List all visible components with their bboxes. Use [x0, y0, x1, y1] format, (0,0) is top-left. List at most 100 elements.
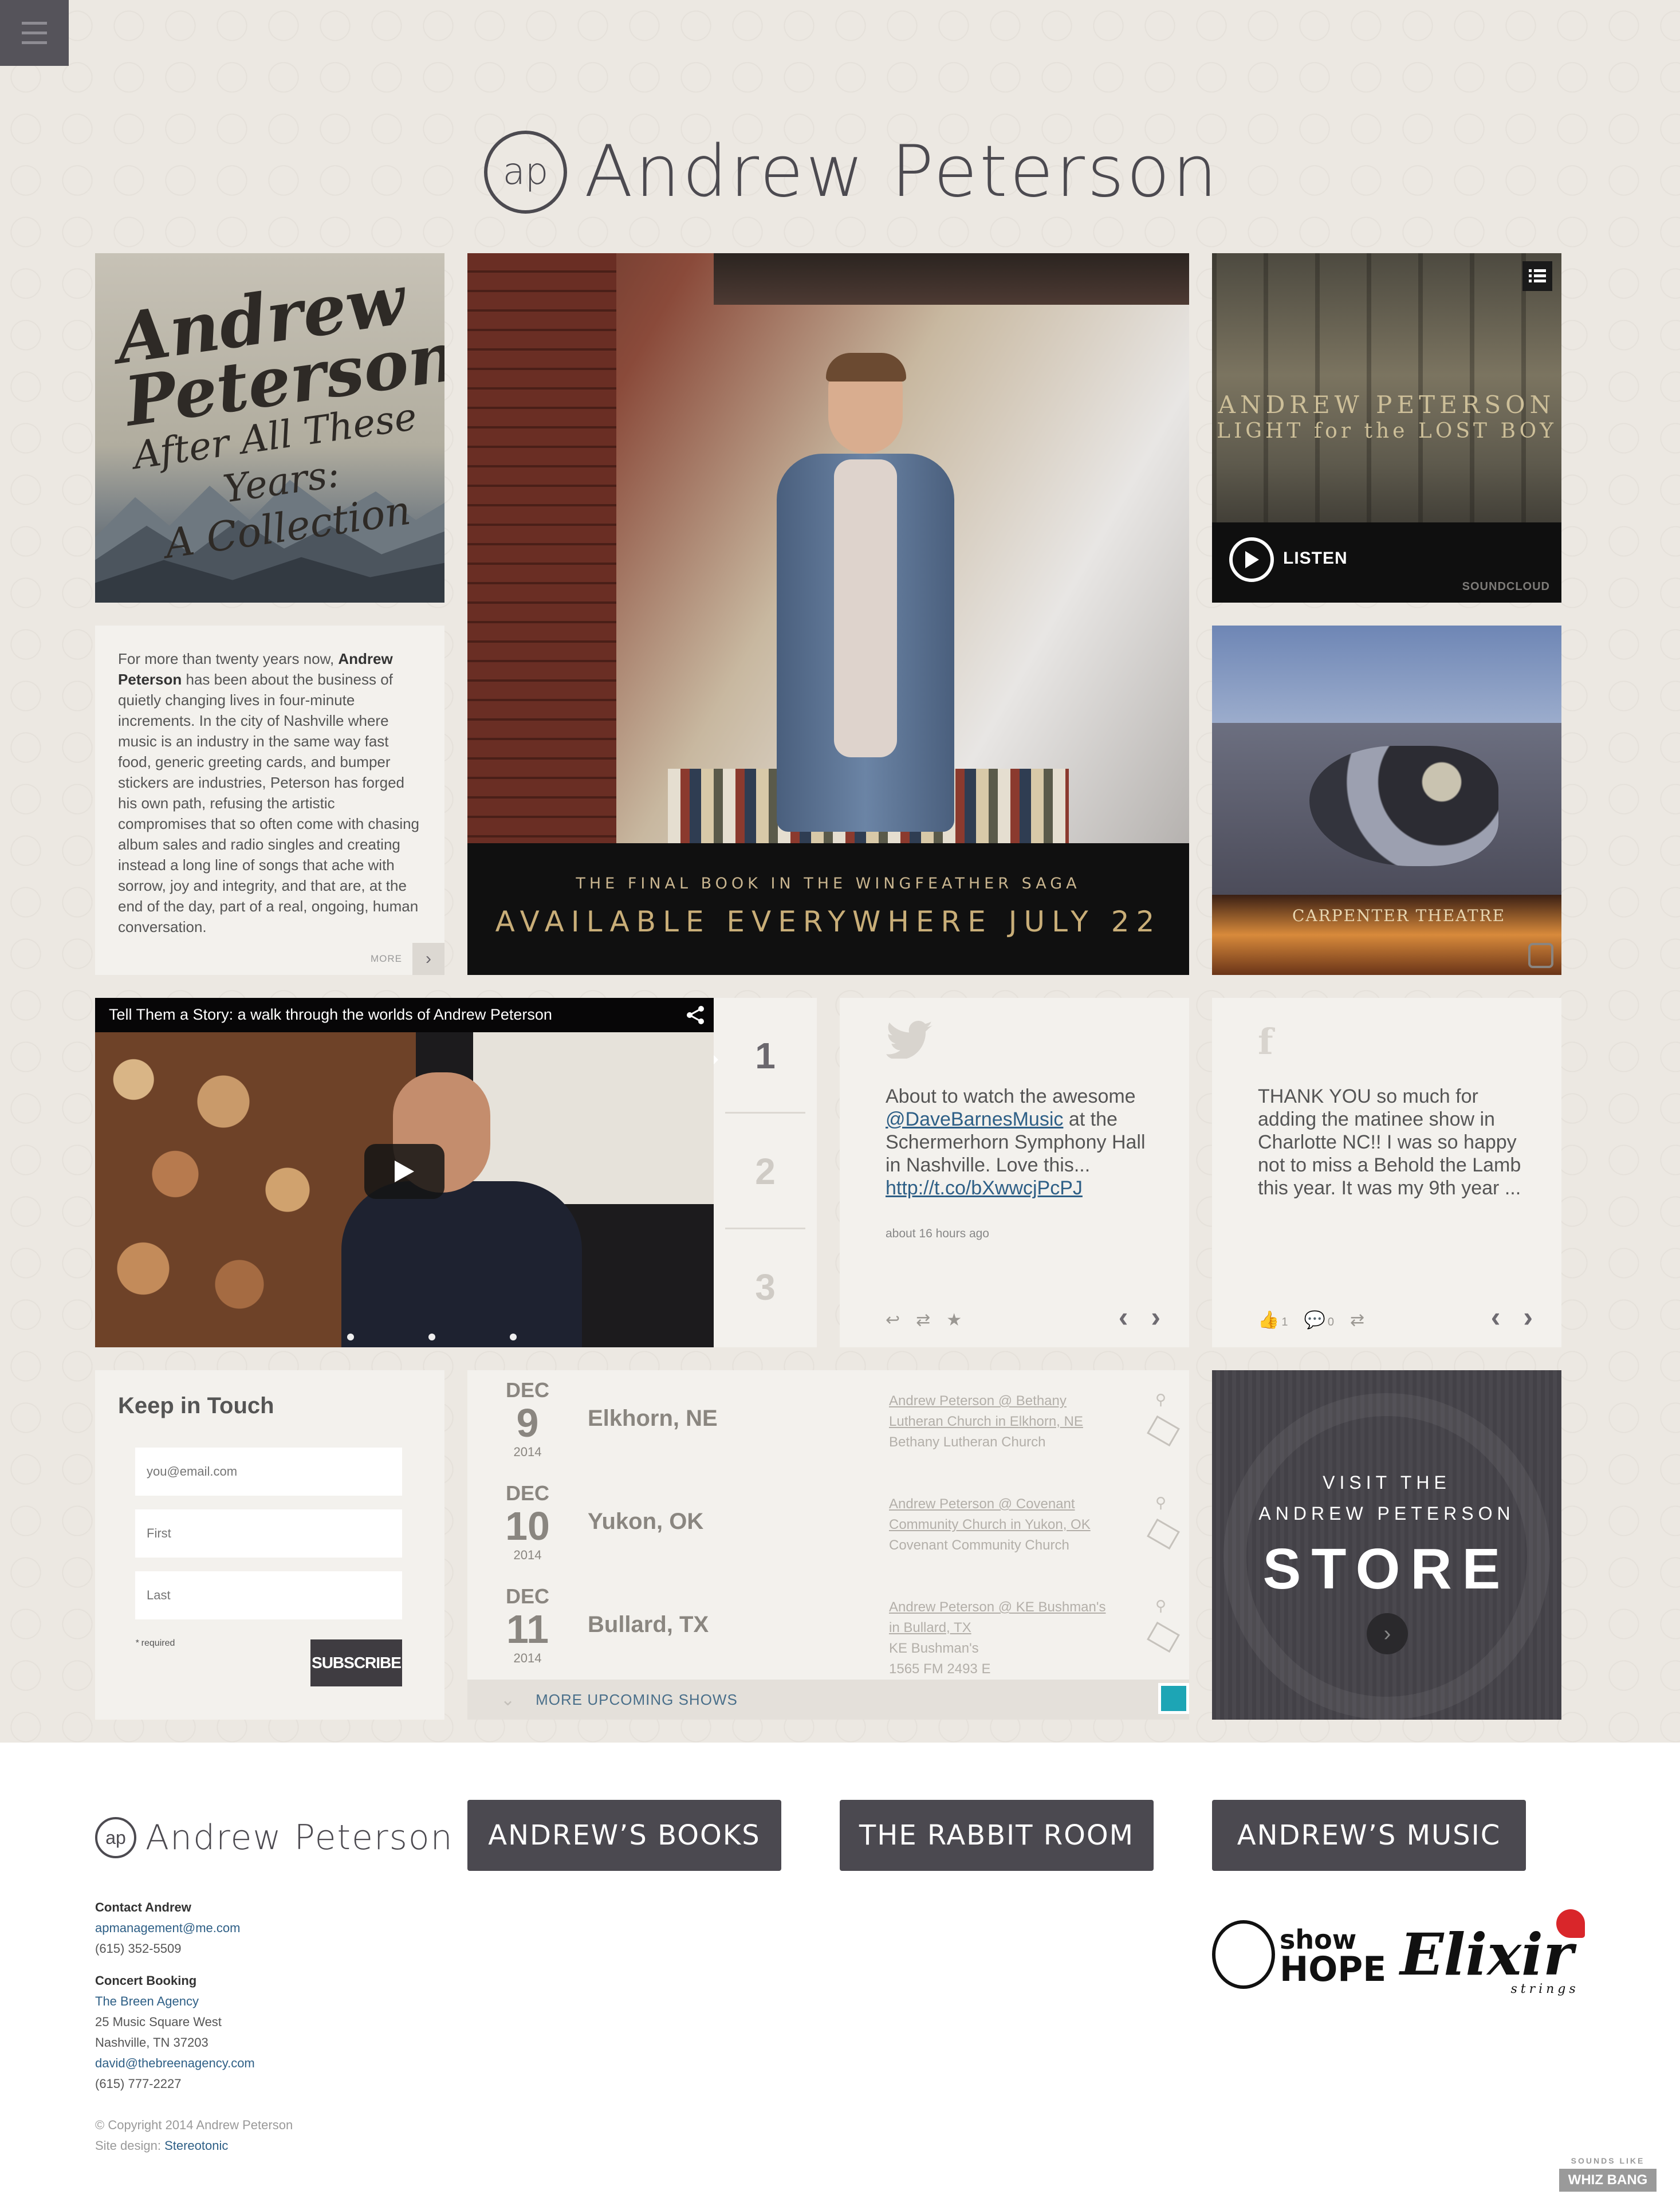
reply-icon[interactable]: ↩: [886, 1310, 900, 1330]
more-shows-bar[interactable]: ⌄ MORE UPCOMING SHOWS: [467, 1680, 1189, 1720]
pager-item-3[interactable]: 3: [725, 1229, 805, 1345]
whizbang-credit[interactable]: SOUNDS LIKE WHIZ BANG: [1559, 2156, 1657, 2192]
last-name-field[interactable]: [135, 1571, 402, 1619]
map-pin-icon[interactable]: ⚲: [1155, 1597, 1166, 1615]
booking-address-2: Nashville, TN 37203: [95, 2035, 208, 2050]
ticket-icon[interactable]: [1147, 1518, 1180, 1550]
tweet-mention-link[interactable]: @DaveBarnesMusic: [886, 1108, 1063, 1130]
store-line-3: STORE: [1262, 1537, 1511, 1601]
whizbang-logo: WHIZ BANG: [1559, 2169, 1657, 2192]
video-title[interactable]: Tell Them a Story: a walk through the wo…: [109, 1006, 700, 1024]
like-icon[interactable]: 👍 1: [1258, 1310, 1288, 1330]
twitter-icon[interactable]: [886, 1021, 934, 1059]
video-player[interactable]: Tell Them a Story: a walk through the wo…: [95, 998, 714, 1347]
menu-button[interactable]: [0, 0, 69, 66]
share-icon[interactable]: [685, 1005, 706, 1025]
booking-email-link[interactable]: david@thebreenagency.com: [95, 2056, 255, 2070]
tweet-url-link[interactable]: http://t.co/bXwwcjPcPJ: [886, 1177, 1083, 1199]
elixir-strings-logo[interactable]: Elixir strings: [1400, 1909, 1585, 1996]
instagram-icon[interactable]: [1528, 943, 1553, 968]
site-name: Andrew Peterson: [584, 131, 1220, 213]
site-logo[interactable]: ap Andrew Peterson: [484, 126, 1219, 218]
hero-photo-person: [777, 353, 954, 849]
required-note: * required: [135, 1638, 175, 1649]
facebook-icon[interactable]: f: [1258, 1021, 1273, 1063]
more-shows-label[interactable]: MORE UPCOMING SHOWS: [536, 1691, 738, 1709]
show-venue: Bethany Lutheran Church: [889, 1434, 1046, 1450]
subscribe-button[interactable]: SUBSCRIBE: [310, 1639, 402, 1686]
email-field[interactable]: [135, 1448, 402, 1496]
listen-button[interactable]: LISTEN: [1283, 549, 1348, 568]
andrews-books-button[interactable]: ANDREW’S BOOKS: [467, 1800, 781, 1871]
bio-more-link[interactable]: MORE ›: [371, 943, 444, 975]
facebook-nav: ‹ ›: [1491, 1300, 1533, 1334]
hero-banner[interactable]: THE FINAL BOOK IN THE WINGFEATHER SAGA A…: [467, 253, 1189, 975]
video-dots: [347, 1334, 517, 1340]
show-day: 9: [516, 1401, 539, 1445]
show-event-link[interactable]: Andrew Peterson @ KE Bushman's in Bullar…: [889, 1599, 1105, 1635]
pager-item-2[interactable]: 2: [725, 1114, 805, 1229]
retweet-icon[interactable]: ⇄: [916, 1310, 930, 1330]
show-hope-logo[interactable]: show HOPE: [1212, 1920, 1386, 1989]
album-title-lettering: Andrew Peterson After All These Years: A…: [111, 259, 444, 569]
show-hope-wordmark: show HOPE: [1280, 1925, 1386, 1987]
map-pin-icon[interactable]: ⚲: [1155, 1391, 1166, 1409]
show-details: Andrew Peterson @ Covenant Community Chu…: [889, 1494, 1112, 1556]
comment-count: 0: [1327, 1316, 1334, 1328]
calendar-icon[interactable]: [1158, 1683, 1189, 1714]
contact-phone: (615) 352-5509: [95, 1941, 182, 1956]
store-tile[interactable]: VISIT THE ANDREW PETERSON STORE ›: [1212, 1370, 1561, 1720]
person-shirt: [834, 459, 897, 757]
booking-address-1: 25 Music Square West: [95, 2015, 222, 2029]
show-row[interactable]: DEC 10 2014 Yukon, OK Andrew Peterson @ …: [467, 1473, 1189, 1576]
show-event-link[interactable]: Andrew Peterson @ Covenant Community Chu…: [889, 1496, 1091, 1532]
first-name-field[interactable]: [135, 1509, 402, 1558]
chevron-right-icon[interactable]: ›: [1367, 1613, 1408, 1654]
required-label: required: [139, 1638, 175, 1648]
playlist-icon[interactable]: [1522, 261, 1552, 291]
chevron-right-icon[interactable]: ›: [1151, 1300, 1160, 1334]
show-details: Andrew Peterson @ KE Bushman's in Bullar…: [889, 1597, 1112, 1680]
booking-agency-link[interactable]: The Breen Agency: [95, 1994, 199, 2008]
footer-logo-mark: ap: [95, 1817, 136, 1858]
video-play-button[interactable]: [364, 1144, 444, 1199]
chevron-left-icon[interactable]: ‹: [1491, 1300, 1501, 1334]
tweet-nav: ‹ ›: [1119, 1300, 1160, 1334]
design-credit-link[interactable]: Stereotonic: [164, 2138, 228, 2153]
ticket-icon[interactable]: [1147, 1621, 1180, 1653]
show-row[interactable]: DEC 11 2014 Bullard, TX Andrew Peterson …: [467, 1576, 1189, 1680]
tweet-timestamp[interactable]: about 16 hours ago: [886, 1227, 989, 1241]
show-city: Yukon, OK: [588, 1509, 704, 1534]
store-line-1: VISIT THE: [1323, 1472, 1451, 1493]
theatre-sign: CARPENTER THEATRE: [1292, 906, 1506, 925]
chevron-left-icon[interactable]: ‹: [1119, 1300, 1128, 1334]
footer-logo[interactable]: ap Andrew Peterson: [95, 1817, 454, 1858]
rabbit-room-button[interactable]: THE RABBIT ROOM: [840, 1800, 1154, 1871]
show-event-link[interactable]: Andrew Peterson @ Bethany Lutheran Churc…: [889, 1393, 1083, 1429]
partner-logos: show HOPE Elixir strings: [1212, 1909, 1585, 1996]
like-count: 1: [1281, 1316, 1288, 1328]
show-city: Bullard, TX: [588, 1612, 709, 1637]
booking-heading: Concert Booking: [95, 1973, 197, 1988]
map-pin-icon[interactable]: ⚲: [1155, 1494, 1166, 1512]
album-tile[interactable]: Andrew Peterson After All These Years: A…: [95, 253, 444, 603]
play-icon[interactable]: [1229, 537, 1274, 582]
bio-text-rest: has been about the business of quietly c…: [118, 671, 420, 935]
soundcloud-logo[interactable]: SOUNDCLOUD: [1462, 580, 1550, 593]
contact-email-link[interactable]: apmanagement@me.com: [95, 1921, 240, 1935]
comment-icon[interactable]: 💬 0: [1304, 1310, 1333, 1330]
facebook-post-text: THANK YOU so much for adding the matinee…: [1258, 1086, 1521, 1199]
pager-item-1[interactable]: 1: [725, 998, 805, 1114]
hero-caption: THE FINAL BOOK IN THE WINGFEATHER SAGA A…: [467, 843, 1189, 975]
share-icon[interactable]: ⇄: [1350, 1310, 1364, 1330]
ticket-icon[interactable]: [1147, 1415, 1180, 1447]
andrews-music-button[interactable]: ANDREW’S MUSIC: [1212, 1800, 1526, 1871]
favorite-icon[interactable]: ★: [946, 1310, 962, 1330]
show-row[interactable]: DEC 9 2014 Elkhorn, NE Andrew Peterson @…: [467, 1370, 1189, 1473]
instagram-tile[interactable]: CARPENTER THEATRE: [1212, 626, 1561, 975]
chevron-right-icon[interactable]: ›: [1523, 1300, 1533, 1334]
more-label: MORE: [371, 953, 402, 964]
chevron-right-icon[interactable]: ›: [412, 943, 444, 975]
menu-icon-bar: [22, 32, 47, 34]
